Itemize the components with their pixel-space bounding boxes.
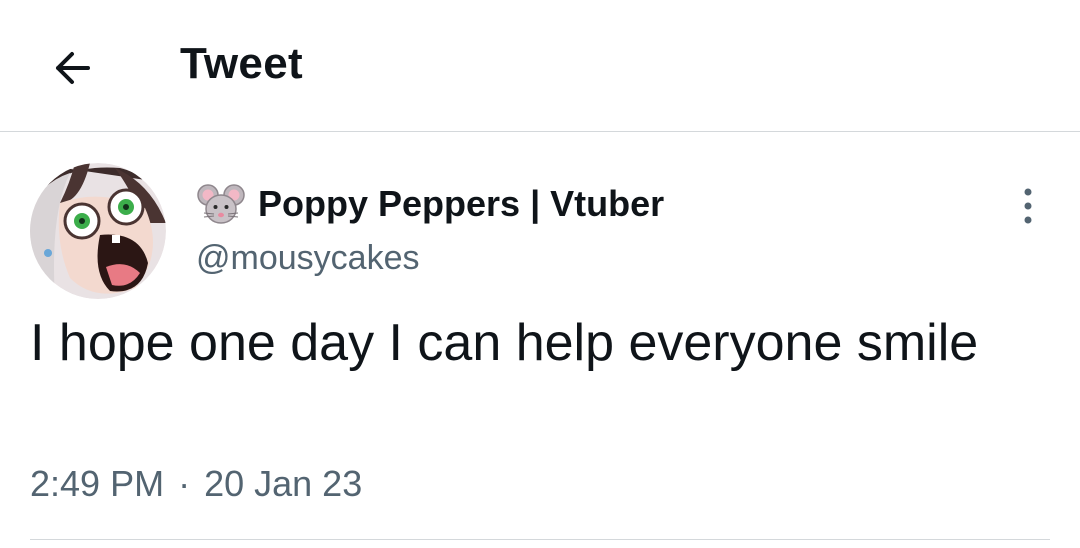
vertical-ellipsis-icon bbox=[1024, 188, 1032, 224]
top-bar: Tweet bbox=[0, 0, 1080, 132]
timestamp-separator: · bbox=[178, 463, 191, 504]
mouse-face-icon bbox=[197, 184, 245, 224]
tweet-text: I hope one day I can help everyone smile bbox=[30, 314, 979, 372]
divider bbox=[30, 539, 1050, 540]
author-name-row[interactable]: Poppy Peppers | Vtuber bbox=[196, 177, 664, 231]
avatar[interactable] bbox=[30, 163, 166, 299]
more-options-button[interactable] bbox=[1008, 181, 1048, 231]
back-button[interactable] bbox=[44, 40, 100, 96]
tweet-card: Poppy Peppers | Vtuber @mousycakes I hop… bbox=[0, 133, 1080, 548]
arrow-left-icon bbox=[56, 52, 90, 84]
tweet-date: 20 Jan 23 bbox=[204, 463, 363, 504]
page-title: Tweet bbox=[180, 39, 303, 88]
author-handle[interactable]: @mousycakes bbox=[196, 239, 664, 278]
author-display-name: Poppy Peppers | Vtuber bbox=[258, 183, 665, 224]
tweet-time: 2:49 PM bbox=[30, 463, 165, 504]
tweet-timestamp[interactable]: 2:49 PM · 20 Jan 23 bbox=[30, 463, 362, 505]
avatar-image bbox=[30, 163, 166, 299]
author-block: Poppy Peppers | Vtuber @mousycakes bbox=[196, 177, 664, 278]
